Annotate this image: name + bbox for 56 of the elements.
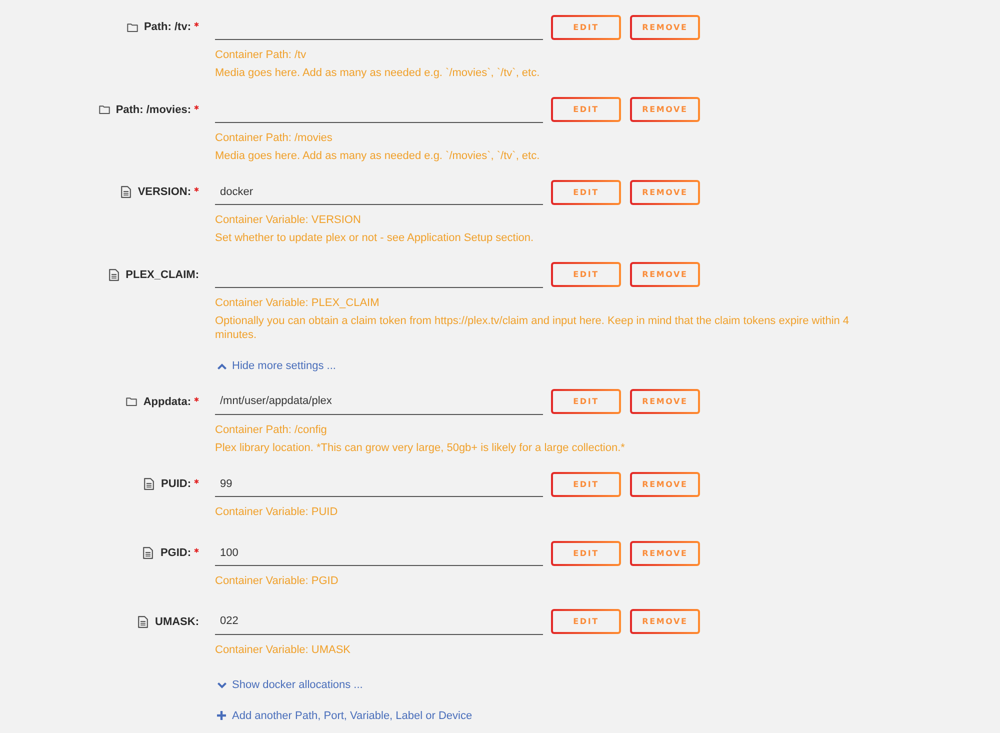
help-text: Media goes here. Add as many as needed e.g. `/movies`, `/tv`, etc.	[215, 148, 541, 163]
chevron-down-icon	[217, 682, 227, 689]
help-text: Optionally you can obtain a claim token from https://plex.tv/claim and input here. Keep in mind that the claim tokens expire within 4 minutes.	[215, 314, 850, 342]
folder-icon	[126, 22, 138, 32]
add-link[interactable]: Add another Path, Port, Variable, Label or Device	[215, 710, 472, 722]
remove-button[interactable]: REMOVE	[630, 180, 700, 205]
folder-icon	[126, 397, 138, 406]
remove-button[interactable]: REMOVE	[630, 540, 700, 566]
field-label: PUID:	[161, 478, 191, 490]
field-label: Path: /tv:	[144, 21, 191, 33]
help-text: Container Variable: PLEX_CLAIM	[215, 296, 380, 310]
allocations-link[interactable]: Show docker allocations ...	[215, 679, 363, 692]
field-label: UMASK:	[155, 616, 199, 628]
document-icon	[120, 186, 131, 198]
edit-button[interactable]: EDIT	[551, 472, 621, 497]
help-text: Container Variable: PGID	[215, 574, 340, 588]
help-text: Media goes here. Add as many as needed e.g. `/movies`, `/tv`, etc.	[215, 66, 541, 80]
field-label: Path: /movies:	[116, 104, 191, 116]
chevron-up-icon	[217, 362, 227, 370]
remove-button[interactable]: REMOVE	[630, 14, 700, 40]
more-settings-link[interactable]: Hide more settings ...	[215, 360, 336, 372]
edit-button[interactable]: EDIT	[551, 389, 621, 414]
help-text: Set whether to update plex or not - see Application Setup section.	[215, 231, 535, 246]
edit-button[interactable]: EDIT	[551, 180, 621, 205]
help-text: Container Variable: VERSION	[215, 213, 362, 228]
text-field[interactable]: 022	[215, 608, 543, 635]
text-field[interactable]: /mnt/user/appdata/plex	[215, 388, 543, 415]
remove-button[interactable]: REMOVE	[630, 472, 700, 497]
help-text: Container Variable: UMASK	[215, 642, 352, 657]
help-text: Container Variable: PUID	[215, 505, 339, 520]
field-label: PGID:	[160, 547, 191, 560]
edit-button[interactable]: EDIT	[551, 262, 621, 288]
remove-button[interactable]: REMOVE	[630, 97, 700, 122]
document-icon	[144, 478, 154, 490]
text-field[interactable]: 100	[215, 540, 543, 566]
document-icon	[108, 268, 119, 281]
edit-button[interactable]: EDIT	[551, 14, 621, 40]
folder-icon	[98, 105, 110, 114]
field-label: VERSION:	[138, 186, 191, 198]
document-icon	[138, 616, 148, 628]
edit-button[interactable]: EDIT	[551, 609, 621, 634]
plus-icon	[217, 711, 226, 720]
edit-button[interactable]: EDIT	[551, 97, 621, 122]
remove-button[interactable]: REMOVE	[630, 609, 700, 634]
help-text: Plex library location. *This can grow very large, 50gb+ is likely for a large collection.*	[215, 440, 626, 455]
document-icon	[143, 547, 154, 560]
field-label: PLEX_CLAIM:	[126, 268, 199, 281]
help-text: Container Path: /tv	[215, 48, 308, 62]
text-field[interactable]: docker	[215, 179, 543, 206]
help-text: Container Path: /movies	[215, 130, 334, 145]
help-text: Container Path: /config	[215, 422, 328, 437]
text-field[interactable]: 99	[215, 471, 543, 498]
remove-button[interactable]: REMOVE	[630, 389, 700, 414]
remove-button[interactable]: REMOVE	[630, 262, 700, 288]
edit-button[interactable]: EDIT	[551, 540, 621, 566]
field-label: Appdata:	[143, 396, 191, 408]
